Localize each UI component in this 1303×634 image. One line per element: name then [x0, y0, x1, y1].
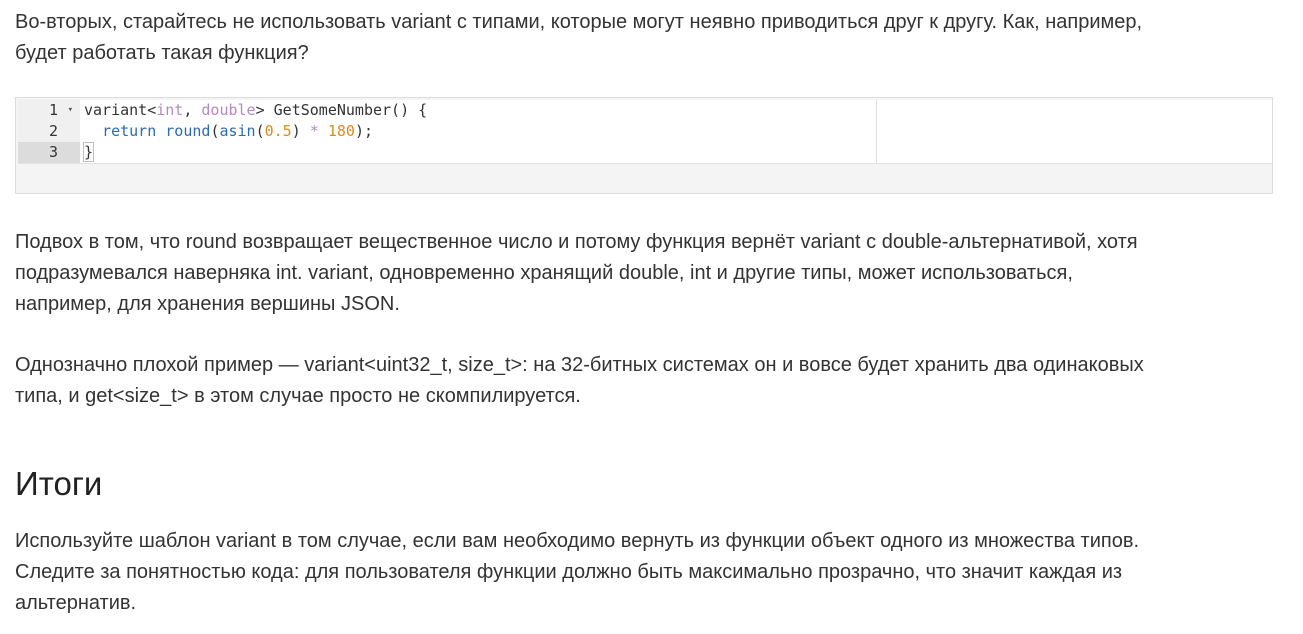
code-line[interactable]: return round(asin(0.5) * 180);: [84, 121, 373, 142]
code-token: );: [354, 122, 373, 140]
code-token: *: [309, 122, 319, 140]
code-token: variant<: [84, 101, 157, 119]
print-margin-line: [876, 100, 877, 163]
text-line: Во-вторых, старайтесь не использовать va…: [15, 11, 1143, 33]
code-token: asin: [219, 122, 256, 140]
text-line: Подвох в том, что round возвращает вещес…: [15, 231, 1138, 253]
code-line[interactable]: }: [82, 142, 95, 163]
code-token: return: [102, 122, 157, 140]
code-token: double: [201, 101, 256, 119]
text-line: альтернатив.: [15, 592, 137, 614]
body-paragraph: Подвох в том, что round возвращает вещес…: [15, 227, 1285, 320]
code-token: int: [156, 101, 184, 119]
gutter-row: 1 ▾: [18, 100, 80, 121]
code-token: ): [291, 122, 310, 140]
code-line[interactable]: variant<int, double> GetSomeNumber() {: [84, 100, 427, 121]
gutter-row: 2: [18, 121, 80, 142]
body-paragraph: Однозначно плохой пример — variant<uint3…: [15, 350, 1285, 412]
code-token: 180: [327, 122, 355, 140]
code-block: 1 ▾ 2 3 variant<int, double> GetSomeNumb…: [15, 97, 1273, 194]
line-number: 2: [48, 122, 58, 140]
line-number: 3: [48, 143, 58, 161]
code-token: (: [255, 122, 265, 140]
code-token: round: [165, 122, 211, 140]
fold-arrow-icon[interactable]: ▾: [68, 100, 73, 121]
intro-paragraph: Во-вторых, старайтесь не использовать va…: [15, 7, 1285, 69]
code-token: > GetSomeNumber(): [255, 101, 419, 119]
text-line: типа, и get<size_t> в этом случае просто…: [15, 385, 581, 407]
section-heading: Итоги: [15, 465, 103, 502]
code-token: }: [82, 142, 95, 162]
text-line: будет работать такая функция?: [15, 42, 309, 64]
text-line: например, для хранения вершины JSON.: [15, 293, 400, 315]
line-number-gutter: 1 ▾ 2 3: [18, 100, 80, 163]
code-editor[interactable]: 1 ▾ 2 3 variant<int, double> GetSomeNumb…: [18, 100, 1272, 164]
text-line: подразумевался наверняка int. variant, о…: [15, 262, 1073, 284]
code-token: {: [418, 101, 428, 119]
text-line: Используйте шаблон variant в том случае,…: [15, 530, 1139, 552]
text-line: Однозначно плохой пример — variant<uint3…: [15, 354, 1144, 376]
code-token: 0.5: [264, 122, 292, 140]
line-number: 1: [48, 101, 58, 119]
gutter-row-active: 3: [18, 142, 80, 163]
code-token: ,: [183, 101, 202, 119]
body-paragraph: Используйте шаблон variant в том случае,…: [15, 526, 1285, 619]
text-line: Следите за понятностью кода: для пользов…: [15, 561, 1123, 583]
